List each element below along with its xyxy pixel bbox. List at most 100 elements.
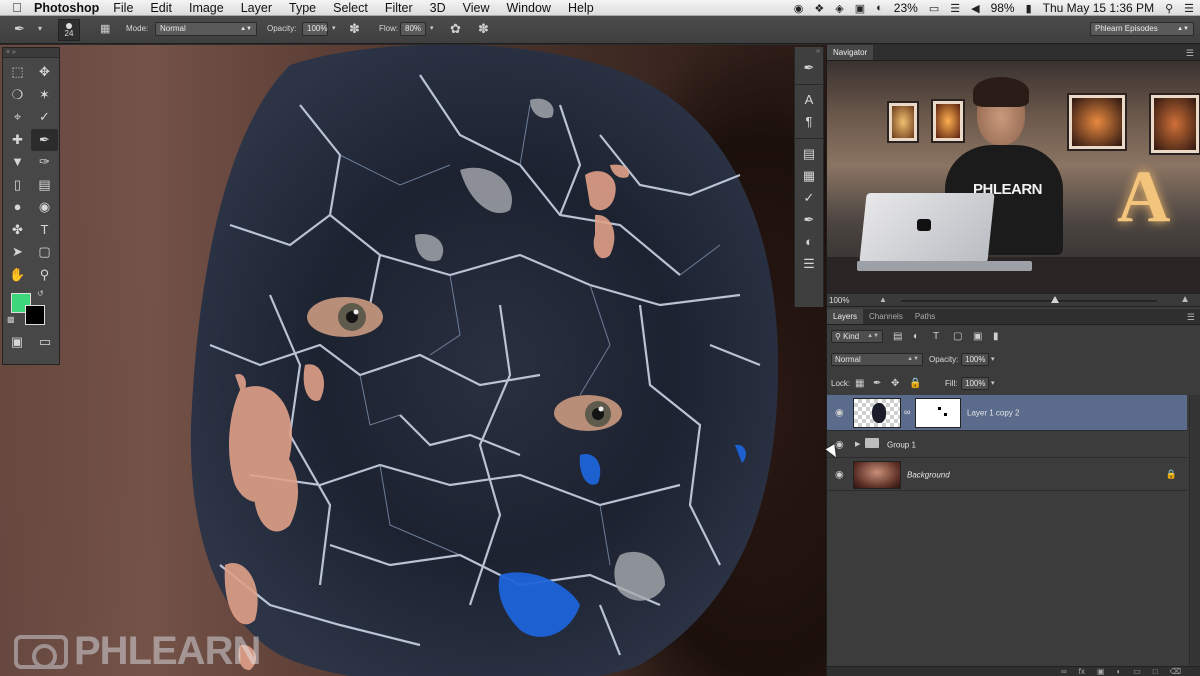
layer-mask-thumbnail[interactable]: [915, 398, 961, 428]
lock-all-icon[interactable]: 🔒: [909, 377, 921, 390]
tab-channels[interactable]: Channels: [863, 309, 909, 324]
tab-navigator[interactable]: Navigator: [827, 45, 874, 60]
volume-icon[interactable]: ◀: [971, 2, 979, 15]
zoom-out-icon[interactable]: ▲: [879, 295, 887, 304]
screen-record-icon[interactable]: ▣: [855, 2, 865, 15]
menu-select[interactable]: Select: [333, 1, 368, 15]
preset-dropdown-arrow-icon[interactable]: ▾: [38, 22, 42, 36]
brush-size-picker[interactable]: 24: [58, 19, 80, 41]
clock[interactable]: Thu May 15 1:36 PM: [1043, 1, 1154, 15]
crop-tool-icon[interactable]: ⌖: [4, 106, 31, 129]
character-panel-icon[interactable]: A: [795, 89, 823, 111]
lasso-tool-icon[interactable]: ❍: [4, 84, 31, 107]
layer-row-background[interactable]: ◉ Background 🔒: [827, 459, 1187, 491]
path-selection-tool-icon[interactable]: ➤: [4, 241, 31, 264]
navigator-zoom-value[interactable]: 100%: [829, 296, 849, 305]
battery-icon[interactable]: ◐: [876, 2, 883, 14]
eraser-tool-icon[interactable]: ▯: [4, 174, 31, 197]
gradient-tool-icon[interactable]: ▤: [31, 174, 58, 197]
filter-smart-object-icon[interactable]: ▣: [973, 330, 982, 343]
layer-opacity-input[interactable]: 100%: [961, 353, 989, 366]
filter-shape-icon[interactable]: ▢: [953, 330, 962, 343]
filter-toggle-icon[interactable]: ▮: [993, 330, 999, 343]
layer-name[interactable]: Group 1: [887, 440, 916, 449]
menu-help[interactable]: Help: [568, 1, 594, 15]
layer-name[interactable]: Background: [907, 470, 950, 479]
wifi-icon[interactable]: ☰: [950, 2, 960, 15]
airbrush-icon[interactable]: ✿: [450, 22, 461, 36]
evernote-icon[interactable]: ◈: [835, 2, 843, 15]
brush-panel-toggle-icon[interactable]: ▦: [100, 22, 110, 36]
new-group-icon[interactable]: ▭: [1133, 667, 1141, 676]
delete-layer-icon[interactable]: ⌫: [1170, 667, 1181, 676]
link-layers-icon[interactable]: ∞: [1061, 667, 1067, 676]
layers-scrollbar[interactable]: [1189, 395, 1200, 675]
airplay-icon[interactable]: ▭: [929, 2, 939, 15]
pressure-size-icon[interactable]: ✽: [478, 22, 489, 36]
opacity-dropdown-arrow-icon[interactable]: ▾: [332, 22, 336, 36]
dock-header[interactable]: »: [795, 47, 823, 57]
dropbox-icon[interactable]: ❖: [814, 2, 824, 15]
background-color-swatch[interactable]: [25, 305, 45, 325]
filter-pixel-icon[interactable]: ▤: [893, 330, 902, 343]
brush-tool-preset-icon[interactable]: ✒: [14, 22, 25, 36]
filter-type-icon[interactable]: T: [933, 330, 939, 343]
quick-mask-icon[interactable]: ▣: [11, 331, 23, 353]
fill-input[interactable]: 100%: [961, 377, 989, 390]
tool-presets-panel-icon[interactable]: ✒: [795, 209, 823, 231]
mask-link-icon[interactable]: ∞: [904, 407, 910, 417]
battery-2-icon[interactable]: ▮: [1026, 2, 1032, 15]
dodge-tool-icon[interactable]: ◉: [31, 196, 58, 219]
adjustments-panel-icon[interactable]: ◐: [795, 231, 823, 253]
layer-thumbnail[interactable]: [853, 461, 901, 489]
layer-style-icon[interactable]: fx: [1079, 667, 1085, 676]
zoom-slider-track[interactable]: [901, 300, 1157, 302]
menu-view[interactable]: View: [463, 1, 490, 15]
lock-image-icon[interactable]: ✒: [873, 377, 881, 390]
brush-tool-icon[interactable]: ✒: [31, 128, 58, 151]
hand-tool-icon[interactable]: ✋: [4, 264, 31, 287]
history-brush-tool-icon[interactable]: ✑: [31, 151, 58, 174]
tab-paths[interactable]: Paths: [909, 309, 941, 324]
navigator-preview[interactable]: PHLEARN A: [827, 61, 1200, 293]
apple-icon[interactable]: : [0, 0, 34, 15]
zoom-slider-knob[interactable]: [1050, 296, 1059, 303]
new-layer-icon[interactable]: □: [1153, 667, 1158, 676]
blur-tool-icon[interactable]: ●: [4, 196, 31, 219]
properties-panel-icon[interactable]: ☰: [795, 253, 823, 275]
spotlight-search-icon[interactable]: ⚲: [1165, 2, 1173, 15]
fill-arrow-icon[interactable]: ▾: [991, 377, 995, 390]
magic-wand-tool-icon[interactable]: ✶: [31, 84, 58, 107]
filter-kind-select[interactable]: ⚲ Kind ▲▼: [831, 330, 883, 343]
workspace-switcher[interactable]: Phlearn Episodes ▲▼: [1090, 22, 1194, 36]
clone-stamp-tool-icon[interactable]: ▼: [4, 151, 31, 174]
menu-filter[interactable]: Filter: [385, 1, 413, 15]
zoom-in-icon[interactable]: ▲: [1180, 294, 1190, 305]
paragraph-panel-icon[interactable]: ¶: [795, 111, 823, 133]
menu-layer[interactable]: Layer: [241, 1, 272, 15]
flow-input[interactable]: 80%: [400, 22, 426, 36]
type-tool-icon[interactable]: T: [31, 219, 58, 242]
lock-position-icon[interactable]: ✥: [891, 377, 899, 390]
lock-transparency-icon[interactable]: ▦: [855, 377, 864, 390]
swap-colors-icon[interactable]: ↺: [37, 289, 44, 298]
menu-image[interactable]: Image: [189, 1, 224, 15]
layer-opacity-arrow-icon[interactable]: ▾: [991, 353, 995, 366]
eyedropper-tool-icon[interactable]: ✓: [31, 106, 58, 129]
layer-row-layer-1-copy-2[interactable]: ◉ ∞ Layer 1 copy 2: [827, 395, 1187, 431]
menu-file[interactable]: File: [113, 1, 133, 15]
app-name-menu[interactable]: Photoshop: [34, 1, 99, 15]
add-mask-icon[interactable]: ▣: [1097, 667, 1105, 676]
expand-arrow-icon[interactable]: ▶: [855, 440, 860, 448]
navigator-menu-icon[interactable]: ☰: [1186, 45, 1194, 61]
opacity-input[interactable]: 100%: [302, 22, 328, 36]
layer-row-group-1[interactable]: ◉ ▶ Group 1: [827, 432, 1187, 458]
visibility-eye-icon[interactable]: ◉: [835, 407, 844, 418]
screen-mode-icon[interactable]: ▭: [39, 331, 51, 353]
move-tool-icon[interactable]: ✥: [31, 61, 58, 84]
notification-list-icon[interactable]: ☰: [1184, 2, 1194, 15]
pressure-opacity-icon[interactable]: ✽: [349, 22, 360, 36]
menu-window[interactable]: Window: [507, 1, 551, 15]
creative-cloud-icon[interactable]: ◉: [794, 2, 804, 15]
pen-tool-icon[interactable]: ✤: [4, 219, 31, 242]
